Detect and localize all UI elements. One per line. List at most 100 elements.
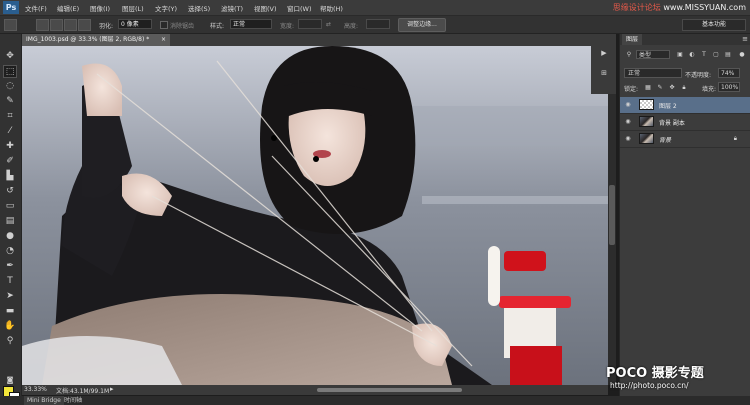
- quick-mask-icon[interactable]: ◙: [3, 374, 17, 387]
- layer-name: 背景 副本: [659, 120, 685, 127]
- move-tool-icon[interactable]: ✥: [3, 50, 17, 63]
- tool-preset-picker[interactable]: [4, 19, 17, 31]
- status-menu-arrow-icon[interactable]: ▸: [110, 385, 114, 393]
- layer-row-background-copy[interactable]: ◉ 背景 副本: [620, 114, 750, 131]
- pixel-filter-icon[interactable]: ▣: [676, 51, 684, 58]
- tab-timeline[interactable]: 时间轴: [64, 396, 82, 405]
- type-filter-icon[interactable]: T: [700, 51, 708, 58]
- menu-select[interactable]: 选择(S): [188, 3, 210, 13]
- status-bar: 33.33% 文档:43.1M/99.1M ▸: [22, 385, 608, 395]
- lock-label: 锁定:: [624, 86, 639, 93]
- new-selection-icon[interactable]: [36, 19, 49, 31]
- tab-mini-bridge[interactable]: Mini Bridge: [24, 396, 64, 405]
- play-icon[interactable]: ▶: [599, 48, 609, 58]
- smart-object-filter-icon[interactable]: ▤: [724, 51, 732, 58]
- layer-filter-row: ⚲ 类型 ▣ ◐ T ▢ ▤ ●: [620, 48, 750, 60]
- intersect-selection-icon[interactable]: [78, 19, 91, 31]
- history-brush-tool-icon[interactable]: ↺: [3, 185, 17, 198]
- lasso-tool-icon[interactable]: ◌: [3, 80, 17, 93]
- feather-label: 羽化:: [99, 23, 114, 30]
- refine-edge-button[interactable]: 调整边缘...: [398, 18, 446, 32]
- menu-edit[interactable]: 编辑(E): [57, 3, 79, 13]
- subtract-selection-icon[interactable]: [64, 19, 77, 31]
- hand-tool-icon[interactable]: ✋: [3, 320, 17, 333]
- tab-layers[interactable]: 图层: [622, 34, 643, 45]
- workspace-switcher[interactable]: 基本功能: [682, 19, 746, 31]
- menu-type[interactable]: 文字(Y): [155, 3, 177, 13]
- fill-label: 填充:: [702, 86, 717, 93]
- opacity-label: 不透明度:: [685, 72, 712, 79]
- search-icon: ⚲: [626, 51, 632, 58]
- width-label: 宽度:: [280, 23, 295, 30]
- collapsed-panel-dock: ▶ ⊞: [591, 34, 616, 94]
- horizontal-scroll-thumb[interactable]: [317, 388, 462, 392]
- height-input[interactable]: [366, 19, 390, 29]
- dodge-tool-icon[interactable]: ◔: [3, 245, 17, 258]
- style-select[interactable]: 正常: [230, 19, 272, 29]
- menu-window[interactable]: 窗口(W): [287, 3, 312, 13]
- options-bar: 羽化: 0 像素 消除锯齿 样式: 正常 宽度: ⇄ 高度: 调整边缘... 基…: [0, 16, 750, 34]
- zoom-level[interactable]: 33.33%: [24, 386, 47, 393]
- blur-tool-icon[interactable]: ●: [3, 230, 17, 243]
- visibility-eye-icon[interactable]: ◉: [624, 101, 632, 108]
- quick-selection-tool-icon[interactable]: ✎: [3, 95, 17, 108]
- menu-file[interactable]: 文件(F): [25, 3, 47, 13]
- adjustment-filter-icon[interactable]: ◐: [688, 51, 696, 58]
- pen-tool-icon[interactable]: ✒: [3, 260, 17, 273]
- eraser-tool-icon[interactable]: ▭: [3, 200, 17, 213]
- antialias-checkbox[interactable]: [160, 21, 168, 29]
- lock-pixels-icon[interactable]: ✎: [656, 83, 664, 92]
- swap-icon[interactable]: ⇄: [326, 21, 331, 28]
- visibility-eye-icon[interactable]: ◉: [624, 135, 632, 142]
- menu-help[interactable]: 帮助(H): [320, 3, 343, 13]
- filter-toggle-icon[interactable]: ●: [738, 51, 746, 58]
- menu-layer[interactable]: 图层(L): [122, 3, 144, 13]
- healing-brush-tool-icon[interactable]: ✚: [3, 140, 17, 153]
- site-watermark-url: www.MISSYUAN.com: [663, 3, 746, 12]
- layers-panel-header: 图层 ≡: [620, 34, 750, 45]
- menu-bar: Ps 文件(F) 编辑(E) 图像(I) 图层(L) 文字(Y) 选择(S) 滤…: [0, 0, 750, 16]
- panel-menu-icon[interactable]: ≡: [742, 34, 748, 45]
- add-selection-icon[interactable]: [50, 19, 63, 31]
- fill-input[interactable]: 100%: [718, 82, 740, 92]
- visibility-eye-icon[interactable]: ◉: [624, 118, 632, 125]
- height-label: 高度:: [344, 23, 359, 30]
- crop-tool-icon[interactable]: ⌗: [3, 110, 17, 123]
- lock-transparency-icon[interactable]: ▦: [644, 83, 652, 92]
- clone-stamp-tool-icon[interactable]: ▙: [3, 170, 17, 183]
- rectangular-marquee-tool-icon[interactable]: ⬚: [3, 65, 17, 78]
- layer-row-layer2[interactable]: ◉ 图层 2: [620, 97, 750, 114]
- zoom-tool-icon[interactable]: ⚲: [3, 335, 17, 348]
- layer-thumbnail: [639, 99, 654, 110]
- poco-watermark-url: http://photo.poco.cn/: [610, 381, 689, 390]
- lock-all-icon[interactable]: 🔒︎: [680, 83, 688, 92]
- feather-input[interactable]: 0 像素: [118, 19, 152, 29]
- shape-filter-icon[interactable]: ▢: [712, 51, 720, 58]
- menu-image[interactable]: 图像(I): [90, 3, 110, 13]
- site-watermark: 思缘设计论坛 www.MISSYUAN.com: [613, 2, 746, 13]
- opacity-input[interactable]: 74%: [718, 68, 740, 78]
- blend-mode-select[interactable]: 正常: [624, 68, 682, 78]
- menu-view[interactable]: 视图(V): [254, 3, 277, 13]
- menu-filter[interactable]: 滤镜(T): [221, 3, 243, 13]
- document-title: IMG_1003.psd @ 33.3% (图层 2, RGB/8) *: [26, 36, 150, 43]
- path-selection-tool-icon[interactable]: ➤: [3, 290, 17, 303]
- close-tab-icon[interactable]: ×: [161, 34, 166, 46]
- brush-tool-icon[interactable]: ✐: [3, 155, 17, 168]
- layer-thumbnail: [639, 116, 654, 127]
- filter-type-select[interactable]: 类型: [636, 50, 670, 59]
- lock-row: 锁定: ▦ ✎ ✥ 🔒︎ 填充: 100%: [620, 82, 750, 94]
- layer-thumbnail: [639, 133, 654, 144]
- type-tool-icon[interactable]: T: [3, 275, 17, 288]
- layer-row-background[interactable]: ◉ 背景 🔒︎: [620, 131, 750, 148]
- document-tab[interactable]: IMG_1003.psd @ 33.3% (图层 2, RGB/8) * ×: [22, 34, 170, 46]
- width-input[interactable]: [298, 19, 322, 29]
- gradient-tool-icon[interactable]: ▤: [3, 215, 17, 228]
- vertical-scroll-thumb[interactable]: [609, 185, 615, 245]
- document-canvas[interactable]: [22, 46, 608, 385]
- arrange-icon[interactable]: ⊞: [599, 68, 609, 78]
- rectangle-tool-icon[interactable]: ▬: [3, 305, 17, 318]
- eyedropper-tool-icon[interactable]: ⁄: [3, 125, 17, 138]
- lock-position-icon[interactable]: ✥: [668, 83, 676, 92]
- style-label: 样式:: [210, 23, 225, 30]
